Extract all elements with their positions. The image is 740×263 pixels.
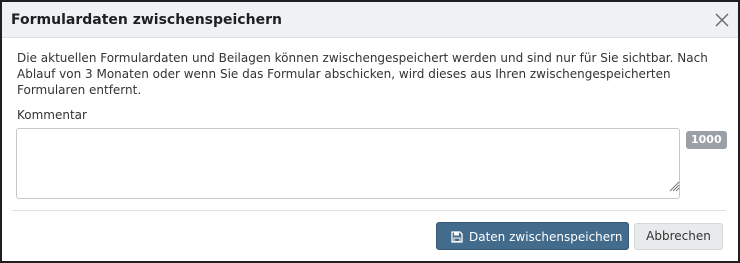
close-icon (715, 13, 729, 27)
dialog-description: Die aktuellen Formulardaten und Beilagen… (17, 51, 708, 97)
dialog-titlebar: Formulardaten zwischenspeichern (2, 2, 738, 38)
cancel-button[interactable]: Abbrechen (634, 223, 723, 250)
close-button[interactable] (712, 10, 732, 30)
footer-divider (12, 210, 726, 211)
save-data-button[interactable]: Daten zwischenspeichern (436, 222, 629, 250)
floppy-disk-icon (451, 231, 463, 243)
save-button-label: Daten zwischenspeichern (469, 230, 623, 244)
dialog-title: Formulardaten zwischenspeichern (11, 12, 282, 28)
comment-label: Kommentar (17, 108, 87, 122)
save-form-dialog: Formulardaten zwischenspeichern Die aktu… (0, 0, 740, 263)
character-counter-badge: 1000 (686, 131, 727, 149)
resize-handle-icon[interactable] (666, 178, 680, 192)
comment-textarea[interactable] (16, 128, 680, 199)
